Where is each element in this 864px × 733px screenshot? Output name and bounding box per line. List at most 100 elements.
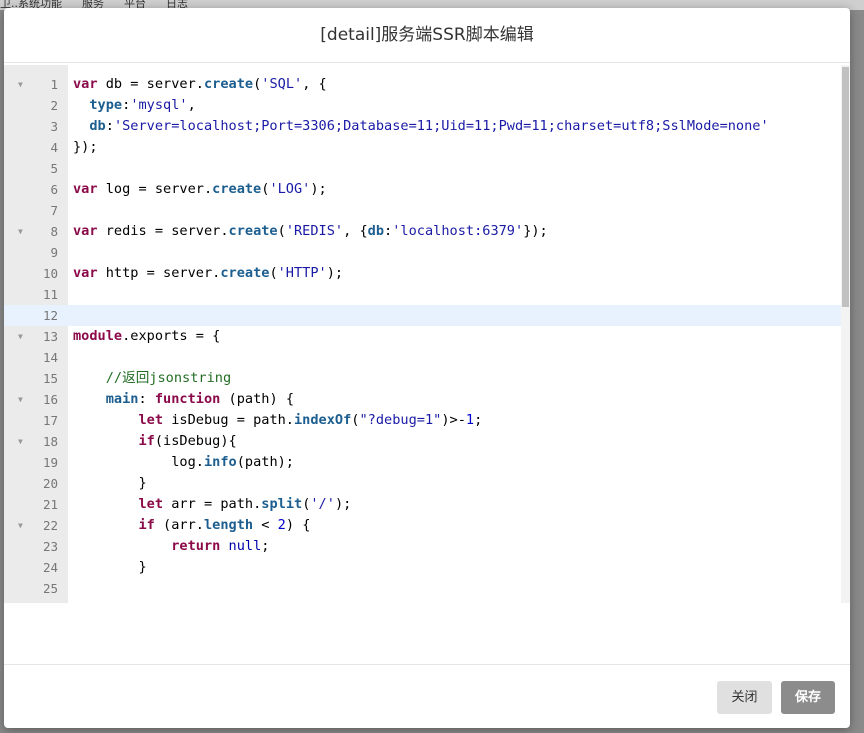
code-token: 'Server=localhost;Port=3306;Database=11;… <box>113 118 769 134</box>
code-line[interactable]: 11 <box>4 284 850 305</box>
line-number: 14 <box>42 350 58 365</box>
code-line[interactable]: ▼ 1 var db = server.create('SQL', { <box>4 74 850 95</box>
dialog-title: [detail]服务端SSR脚本编辑 <box>320 25 534 45</box>
code-line[interactable]: 24 } <box>4 557 850 578</box>
code-line[interactable]: 10 var http = server.create('HTTP'); <box>4 263 850 284</box>
code-line[interactable]: 25 <box>4 578 850 599</box>
code-text: var log = server.create('LOG'); <box>73 179 327 200</box>
line-number: 22 <box>42 518 58 533</box>
code-text: var http = server.create('HTTP'); <box>73 263 343 284</box>
code-token: ); <box>310 181 327 197</box>
code-line[interactable]: 21 let arr = path.split('/'); <box>4 494 850 515</box>
code-token: 1 <box>465 412 475 428</box>
code-token: ) { <box>285 517 311 533</box>
code-token: create <box>220 265 270 281</box>
code-line[interactable]: 6 var log = server.create('LOG'); <box>4 179 850 200</box>
line-number: 20 <box>42 476 58 491</box>
code-token: ( <box>269 265 278 281</box>
code-line[interactable]: ▼ 16 main: function (path) { <box>4 389 850 410</box>
code-token: , <box>187 97 196 113</box>
code-line[interactable]: 15 //返回jsonstring <box>4 368 850 389</box>
code-line[interactable]: ▼ 8 var redis = server.create('REDIS', {db… <box>4 221 850 242</box>
close-button[interactable]: 关闭 <box>717 681 772 714</box>
code-token: null <box>228 538 262 554</box>
code-token: length <box>294 601 343 603</box>
line-number: 3 <box>50 119 58 134</box>
code-token: : <box>138 391 155 407</box>
code-token: } <box>73 475 147 491</box>
code-line[interactable]: 20 } <box>4 473 850 494</box>
dialog-header: [detail]服务端SSR脚本编辑 <box>4 8 850 63</box>
code-line[interactable]: 4}); <box>4 137 850 158</box>
code-token: function <box>154 391 221 407</box>
code-token: let <box>138 412 164 428</box>
line-number: 18 <box>42 434 58 449</box>
code-token: ]; <box>376 601 392 603</box>
code-token: isDebug = path. <box>163 412 294 428</box>
code-text: if(isDebug){ <box>73 431 237 452</box>
line-number: 16 <box>42 392 58 407</box>
line-number: 23 <box>42 539 58 554</box>
code-text: type:'mysql', <box>73 95 196 116</box>
code-line[interactable]: 9 <box>4 242 850 263</box>
code-token: 'HTTP' <box>277 265 327 281</box>
script-edit-dialog: [detail]服务端SSR脚本编辑 ▼26 let uuid = arr[ar… <box>4 8 850 728</box>
code-line[interactable]: 23 return null; <box>4 536 850 557</box>
code-token: ); <box>334 496 352 512</box>
code-token: 1 <box>368 601 376 603</box>
line-number: 21 <box>42 497 58 512</box>
code-line[interactable]: ▼ 13 module.exports = { <box>4 326 850 347</box>
code-token: db <box>367 223 385 239</box>
line-number: 11 <box>42 287 58 302</box>
code-line[interactable]: ▼ 22 if (arr.length < 2) { <box>4 515 850 536</box>
code-token: module <box>73 328 123 344</box>
code-line[interactable]: 3 db:'Server=localhost;Port=3306;Databas… <box>4 116 850 137</box>
code-token: split <box>261 496 303 512</box>
code-line[interactable]: 14 <box>4 347 850 368</box>
code-line[interactable]: 12 <box>4 305 850 326</box>
code-token: create <box>228 223 278 239</box>
code-line[interactable]: 2 type:'mysql', <box>4 95 850 116</box>
code-token: arr = path. <box>163 496 262 512</box>
code-line[interactable]: 19 log.info(path); <box>4 452 850 473</box>
save-button[interactable]: 保存 <box>781 681 835 714</box>
code-line[interactable]: 17 let isDebug = path.indexOf("?debug=1"… <box>4 410 850 431</box>
code-text: var db = server.create('SQL', { <box>73 74 327 95</box>
code-text: module.exports = { <box>73 326 220 347</box>
line-number: 13 <box>42 329 58 344</box>
code-text: } <box>73 557 146 578</box>
code-token: : <box>105 118 114 134</box>
code-text: if (arr.length < 2) { <box>73 515 310 536</box>
code-token: 'mysql' <box>130 97 188 113</box>
code-token: 'SQL' <box>261 76 303 92</box>
code-token: if <box>138 433 155 449</box>
code-token: type <box>89 97 123 113</box>
code-token: let <box>138 601 163 603</box>
code-token: var <box>73 181 98 197</box>
code-line[interactable]: 7 <box>4 200 850 221</box>
code-line[interactable]: 5 <box>4 158 850 179</box>
code-token: //返回jsonstring <box>105 370 232 386</box>
code-token: let <box>138 496 164 512</box>
code-token: var <box>73 223 98 239</box>
editor-scrollbar-thumb[interactable] <box>842 67 849 307</box>
code-token: 'localhost:6379' <box>392 223 524 239</box>
line-number: 1 <box>50 77 58 92</box>
code-token: (isDebug){ <box>154 433 237 449</box>
code-line[interactable]: ▼26 let uuid = arr[arr.length - 1]; <box>4 599 850 603</box>
code-line[interactable]: ▼ 18 if(isDebug){ <box>4 431 850 452</box>
code-text: db:'Server=localhost;Port=3306;Database=… <box>73 116 769 137</box>
code-text: //返回jsonstring <box>73 368 231 389</box>
code-text: let arr = path.split('/'); <box>73 494 351 515</box>
code-token: create <box>203 76 254 92</box>
line-number: 6 <box>50 182 58 197</box>
code-editor[interactable]: ▼26 let uuid = arr[arr.length - 1];2524 … <box>4 65 850 603</box>
